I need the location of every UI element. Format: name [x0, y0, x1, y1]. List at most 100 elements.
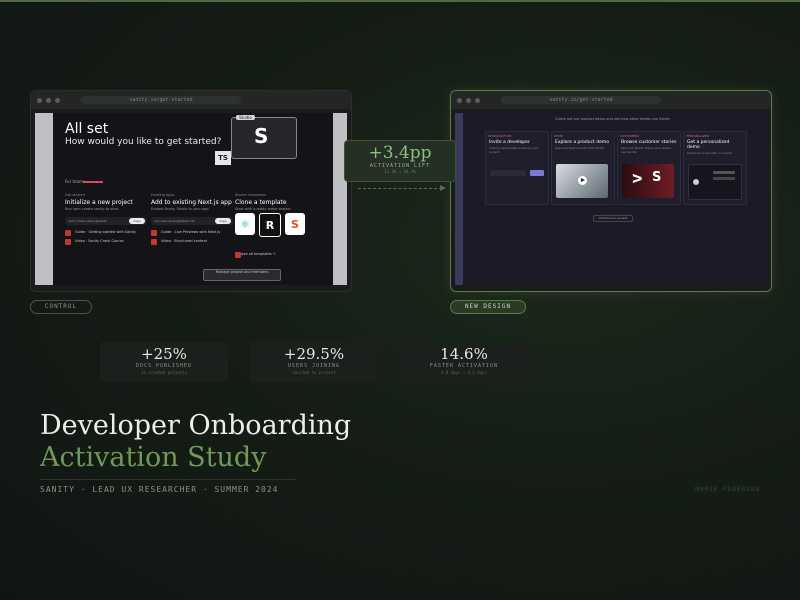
calendar-line	[713, 177, 735, 180]
resource-link[interactable]: Guide · Getting started with Sanity	[65, 230, 147, 236]
email-field[interactable]	[490, 170, 526, 176]
card-description: Schedule a call with our team	[687, 151, 732, 155]
new-design-browser-window: sanity.io/get-started Check out our prod…	[450, 90, 772, 292]
stat-sublabel: invited to project	[292, 370, 336, 375]
stat-label: USERS JOINING	[287, 363, 341, 369]
stat-faster-activation: 14.6% FASTER ACTIVATION 4.8 days → 4.1 d…	[400, 342, 528, 382]
column-caption: Existing apps	[151, 193, 175, 197]
resource-link[interactable]: Guide · Live Previews with Next.js	[151, 230, 233, 236]
card-product-demo[interactable]: DEMO Explore a product demo See how team…	[551, 131, 615, 205]
stat-sublabel: 4.8 days → 4.1 days	[441, 370, 487, 375]
control-browser-window: sanity.io/get-started All set How would …	[30, 90, 352, 292]
column-heading: Add to existing Next.js app	[151, 199, 232, 206]
control-tab: For teams	[65, 179, 85, 184]
customer-logo-thumbnail[interactable]: ᐳ S	[622, 164, 674, 198]
new-page-heading: Check out our product demo and see how o…	[555, 117, 671, 121]
card-description: See how teams build with Sanity	[555, 146, 605, 150]
url-bar: sanity.io/get-started	[81, 96, 241, 104]
lift-range: 11.3% → 14.7%	[384, 169, 416, 174]
card-tag: INTRODUCTION	[488, 134, 512, 138]
column-description: Run npm create sanity to start	[65, 207, 119, 211]
command-text: npx next-sanity@latest init	[154, 219, 195, 223]
card-title: Browse customer stories	[621, 140, 677, 145]
card-tag: DEMO	[554, 134, 564, 138]
stat-docs-published: +25% DOCS PUBLISHED in created projects	[100, 342, 228, 382]
page-title: Developer Onboarding	[40, 410, 352, 441]
remix-logo-icon[interactable]: R	[259, 213, 281, 237]
command-field[interactable]: npm create sanity@latest Copy	[65, 217, 147, 225]
sanity-s-logo-icon: S	[254, 124, 269, 148]
comparison-arrow	[358, 188, 442, 189]
option-column-new-project: Get started Initialize a new project Run…	[65, 193, 147, 273]
command-field[interactable]: npx next-sanity@latest init Copy	[151, 217, 233, 225]
card-description: Invite a teammate to set up your project	[489, 146, 539, 154]
lift-value: +3.4pp	[368, 143, 432, 163]
studio-preview-card: Studio S	[231, 115, 297, 159]
browse-templates-link[interactable]: Browse all templates →	[235, 252, 276, 258]
url-bar: sanity.io/get-started	[501, 96, 661, 104]
demo-video-thumbnail[interactable]	[556, 164, 608, 198]
author-name: MARIE PEDERSON	[695, 486, 760, 493]
arrow-head-icon	[440, 185, 446, 191]
copy-button[interactable]: Copy	[129, 218, 145, 224]
card-personalized-demo[interactable]: PERSONALIZED Get a personalized demo Sch…	[683, 131, 747, 205]
divider	[40, 479, 296, 480]
browser-chrome: sanity.io/get-started	[451, 91, 771, 109]
card-tag: PERSONALIZED	[686, 134, 710, 138]
stat-value: +29.5%	[283, 345, 345, 363]
sidebar-strip	[455, 113, 463, 285]
template-logos: ⚛ R S	[235, 213, 307, 241]
avatar	[693, 179, 699, 185]
calendar-line	[713, 171, 735, 174]
stat-value: +25%	[141, 345, 187, 363]
stat-value: 14.6%	[440, 345, 488, 363]
studio-badge: Studio	[236, 115, 255, 120]
new-design-label-pill: NEW DESIGN	[450, 300, 526, 314]
stat-label: DOCS PUBLISHED	[135, 363, 193, 369]
column-caption: Starter templates	[235, 193, 266, 197]
copy-button[interactable]: Copy	[215, 218, 231, 224]
invite-button[interactable]	[530, 170, 544, 176]
sanity-s-logo-icon: S	[652, 170, 662, 185]
new-design-screenshot: Check out our product demo and see how o…	[455, 113, 767, 285]
active-tab-indicator	[83, 181, 103, 183]
calendar-preview[interactable]	[688, 164, 742, 200]
card-customer-stories[interactable]: CUSTOMERS Browse customer stories See ho…	[617, 131, 681, 205]
continue-button[interactable]: Continue to project	[593, 215, 633, 222]
project-meta: SANITY · LEAD UX RESEARCHER · SUMMER 202…	[40, 485, 279, 494]
stat-sublabel: in created projects	[141, 370, 187, 375]
stat-label: FASTER ACTIVATION	[429, 363, 499, 369]
activation-lift-callout: +3.4pp ACTIVATION LIFT 11.3% → 14.7%	[344, 140, 456, 182]
control-page: All set How would you like to get starte…	[53, 113, 333, 285]
column-caption: Get started	[65, 193, 85, 197]
window-dot-close	[457, 97, 462, 103]
svelte-logo-icon[interactable]: S	[285, 213, 305, 235]
column-description: Embed Sanity Studio in your app	[151, 207, 209, 211]
column-heading: Clone a template	[235, 199, 287, 206]
manage-project-button[interactable]: Manage project and members	[203, 269, 281, 281]
typescript-badge: TS	[215, 151, 231, 165]
window-dot-close	[37, 97, 42, 103]
resource-link[interactable]: Video · Structured content	[151, 239, 233, 245]
command-text: npm create sanity@latest	[68, 219, 107, 223]
stat-users-joining: +29.5% USERS JOINING invited to project	[250, 342, 378, 382]
card-invite-developer[interactable]: INTRODUCTION Invite a developer Invite a…	[485, 131, 549, 205]
control-screenshot: All set How would you like to get starte…	[35, 113, 347, 285]
card-title: Get a personalized demo	[687, 140, 730, 150]
window-dot-maximize	[475, 97, 480, 103]
column-description: Start with a ready-made project	[235, 207, 291, 211]
option-column-existing-app: Existing apps Add to existing Next.js ap…	[151, 193, 233, 273]
browser-chrome: sanity.io/get-started	[31, 91, 351, 109]
window-dot-minimize	[466, 97, 471, 103]
card-tag: CUSTOMERS	[620, 134, 639, 138]
resource-link[interactable]: Video · Sanity Crash Course	[65, 239, 147, 245]
page-subtitle: Activation Study	[40, 442, 267, 473]
play-icon[interactable]	[578, 176, 587, 185]
control-label-pill: CONTROL	[30, 300, 92, 314]
control-page-title: All set	[65, 121, 109, 137]
top-accent-line	[0, 0, 800, 2]
react-logo-icon[interactable]: ⚛	[235, 213, 255, 235]
column-heading: Initialize a new project	[65, 199, 133, 206]
card-description: See how Puma, Figma and others use Sanit…	[621, 146, 672, 154]
puma-logo-icon: ᐳ	[632, 172, 643, 186]
